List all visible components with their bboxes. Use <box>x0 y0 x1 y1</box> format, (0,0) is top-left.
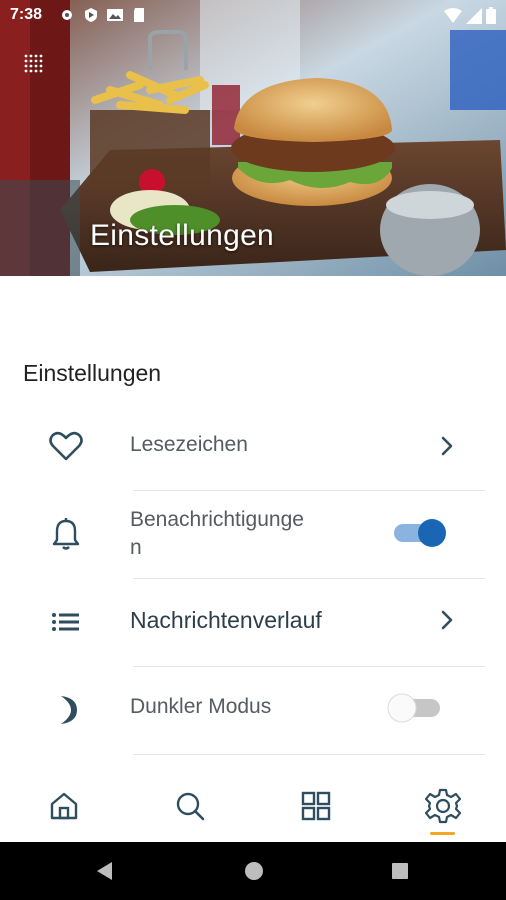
home-circle-icon[interactable] <box>244 861 264 881</box>
heart-icon <box>46 426 86 466</box>
battery-icon <box>486 7 496 24</box>
settings-item-label: Lesezeichen <box>130 433 248 456</box>
status-bar: 7:38 <box>0 0 506 30</box>
chevron-right-icon[interactable] <box>436 435 458 457</box>
settings-item-message-history[interactable]: Nachrichtenverlauf <box>0 578 506 666</box>
search-icon[interactable] <box>168 784 212 828</box>
chevron-right-icon[interactable] <box>436 609 458 631</box>
status-time: 7:38 <box>10 6 43 23</box>
moon-icon <box>46 690 86 730</box>
home-icon[interactable] <box>42 784 86 828</box>
grid-icon[interactable] <box>294 784 338 828</box>
settings-gear-icon[interactable] <box>421 784 465 828</box>
settings-item-dark-mode[interactable]: Dunkler Modus <box>0 666 506 754</box>
list-icon <box>46 602 86 642</box>
sd-card-status-icon <box>134 8 144 22</box>
image-status-icon <box>107 9 123 21</box>
settings-section-title: Einstellungen <box>23 360 162 386</box>
divider <box>133 754 485 755</box>
grid-dots-icon[interactable] <box>24 54 44 74</box>
settings-item-label: Nachrichtenverlauf <box>130 607 322 633</box>
settings-item-notifications[interactable]: Benachrichtigunge n <box>0 490 506 578</box>
hero-banner: Einstellungen <box>0 0 506 276</box>
active-tab-indicator <box>430 832 455 835</box>
bell-icon <box>46 514 86 554</box>
signal-icon <box>466 7 482 24</box>
dark-mode-toggle[interactable] <box>386 692 442 724</box>
settings-item-bookmarks[interactable]: Lesezeichen <box>0 402 506 490</box>
back-icon[interactable] <box>96 861 114 881</box>
notifications-toggle[interactable] <box>392 517 448 549</box>
hero-title: Einstellungen <box>90 219 275 252</box>
wifi-icon <box>444 7 462 23</box>
system-navigation-bar <box>0 842 506 900</box>
settings-item-label: Benachrichtigunge n <box>130 508 304 559</box>
gear-status-icon <box>62 10 72 20</box>
settings-item-label: Dunkler Modus <box>130 695 272 718</box>
play-shield-status-icon <box>85 8 97 22</box>
recents-icon[interactable] <box>391 862 409 880</box>
